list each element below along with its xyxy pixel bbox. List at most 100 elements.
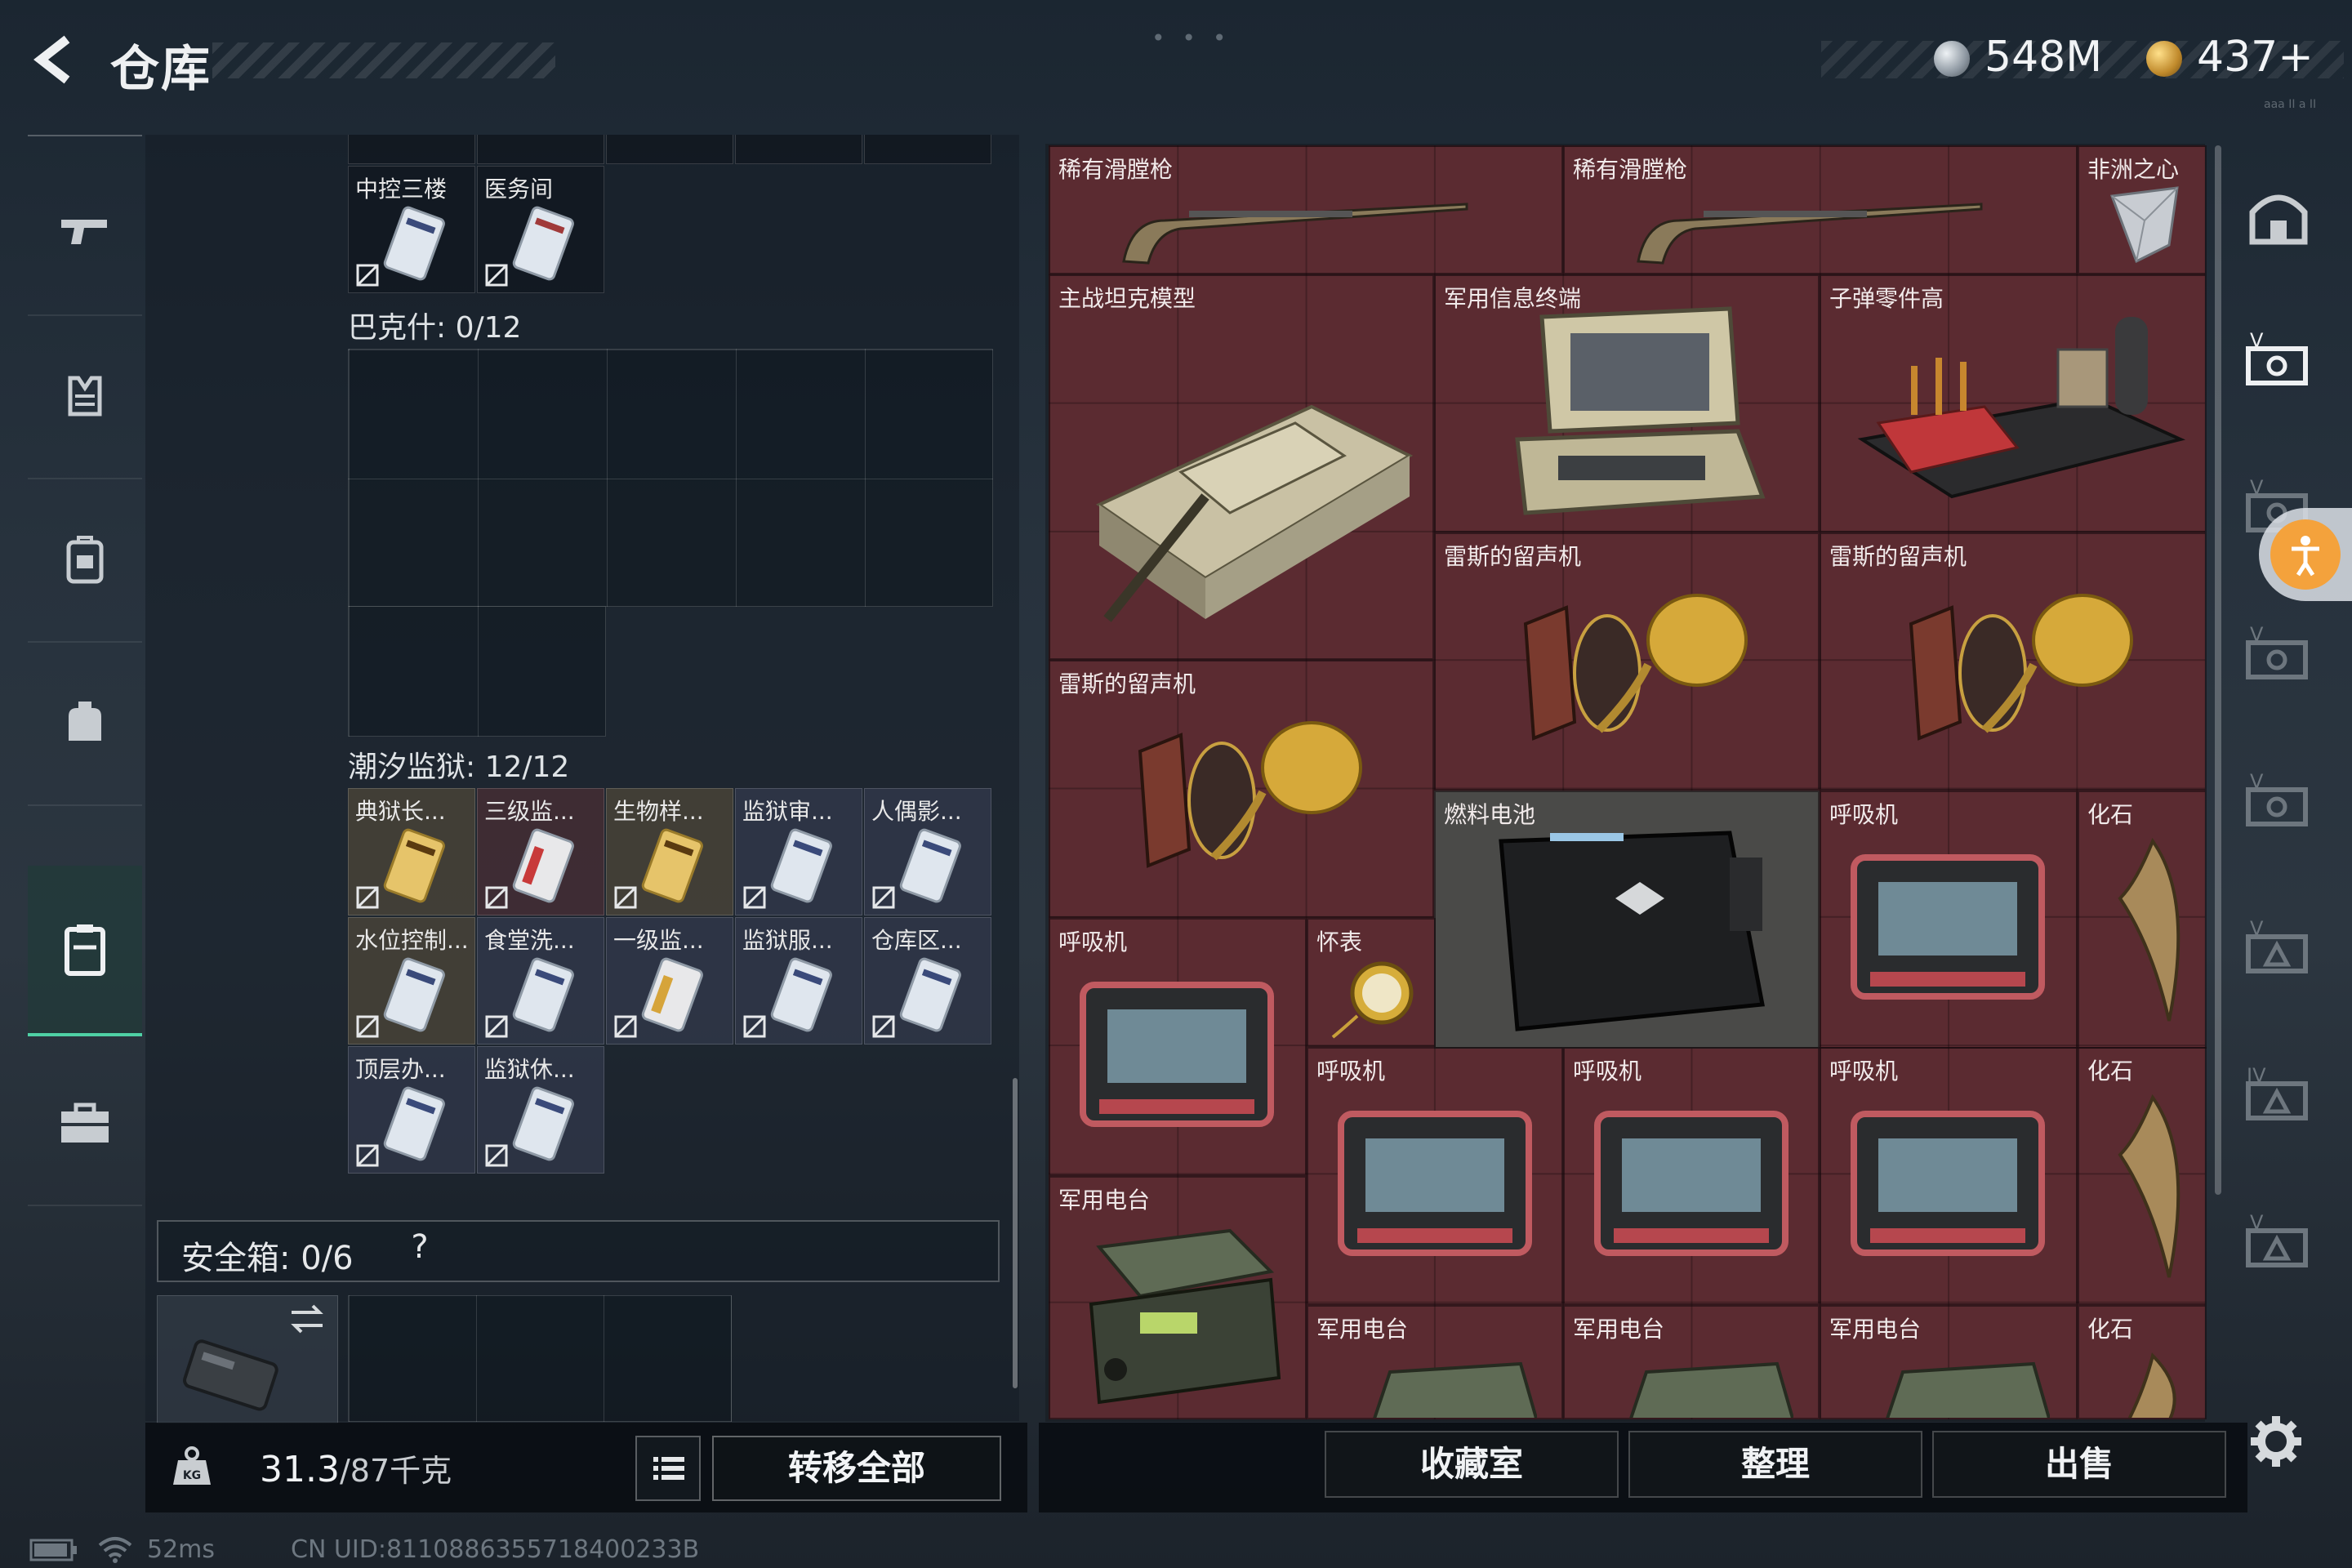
back-button[interactable] xyxy=(26,31,83,88)
rail-item-armor[interactable] xyxy=(28,314,142,479)
stash-item[interactable]: 主战坦克模型 xyxy=(1049,274,1434,660)
rail-item-stash-page-3[interactable]: V xyxy=(2234,596,2323,719)
keycard-slot[interactable]: 顶层办... xyxy=(348,1046,475,1174)
sell-button[interactable]: 出售 xyxy=(1932,1431,2226,1498)
item-name: 军用电台 xyxy=(1058,1187,1151,1214)
rail-item-briefcase[interactable] xyxy=(28,1041,142,1206)
stash-item[interactable]: 呼吸机 xyxy=(1820,1047,2078,1305)
list-view-button[interactable] xyxy=(635,1436,701,1501)
item-name: 雷斯的留声机 xyxy=(1829,543,1967,570)
keycard-slot[interactable]: 监狱休... xyxy=(477,1046,604,1174)
keycard-slot[interactable]: 中控三楼 xyxy=(348,166,475,293)
stash-level: IV xyxy=(2247,1066,2266,1087)
keycard-slot[interactable]: 食堂洗... xyxy=(477,917,604,1045)
item-name: 雷斯的留声机 xyxy=(1444,543,1582,570)
floating-assist-button[interactable] xyxy=(2259,508,2352,601)
stash-item[interactable]: 稀有滑膛枪 xyxy=(1563,145,2078,274)
stash-item[interactable]: 雷斯的留声机 xyxy=(1820,532,2207,791)
briefcase-icon xyxy=(61,1102,109,1143)
item-name: 呼吸机 xyxy=(1573,1058,1642,1085)
stash-level: V xyxy=(2250,1213,2264,1234)
military-radio-icon xyxy=(1629,1361,1793,1418)
rail-item-stash-page-5[interactable]: V xyxy=(2234,890,2323,1013)
currency-gold-value[interactable]: 437+ xyxy=(2197,33,2314,82)
keycard-name: 监狱休... xyxy=(484,1056,575,1083)
add-currency-icon[interactable]: + xyxy=(2278,33,2314,82)
rail-item-stash-page-4[interactable]: V xyxy=(2234,743,2323,866)
rail-item-stash-page-1[interactable]: V xyxy=(2234,302,2323,425)
weight-current: 31.3 xyxy=(260,1449,340,1490)
stash-item[interactable]: 化石 xyxy=(2078,1047,2207,1305)
rail-item-weapon[interactable] xyxy=(28,151,142,316)
stash-item[interactable]: 军用信息终端 xyxy=(1434,274,1820,532)
stash-item[interactable]: 化石 xyxy=(2078,1305,2207,1419)
stash-item[interactable]: 呼吸机 xyxy=(1049,918,1307,1176)
keycard-slot[interactable]: 人偶影... xyxy=(864,788,991,915)
stash-item[interactable]: 子弹零件高 xyxy=(1820,274,2207,532)
ping-readout: 52ms xyxy=(147,1535,216,1564)
rail-item-stash-page-6[interactable]: IV xyxy=(2234,1037,2323,1160)
stash-item[interactable]: 呼吸机 xyxy=(1563,1047,1820,1305)
safe-box-container[interactable] xyxy=(157,1295,338,1423)
transfer-all-button[interactable]: 转移全部 xyxy=(712,1436,1001,1501)
stash-level: V xyxy=(2250,919,2264,940)
bottom-left-bar: KG 31.3/87千克 转移全部 xyxy=(145,1423,1027,1512)
stash-item[interactable]: 燃料电池 xyxy=(1434,791,1820,1049)
keycard-slot[interactable]: 一级监... xyxy=(606,917,733,1045)
ventilator-icon xyxy=(1851,1111,2045,1256)
swap-icon[interactable] xyxy=(288,1303,326,1335)
rail-item-pouch[interactable] xyxy=(28,641,142,806)
rail-item-keycard-case[interactable] xyxy=(28,866,142,1036)
keycard-slot[interactable]: 三级监... xyxy=(477,788,604,915)
organize-button[interactable]: 整理 xyxy=(1628,1431,1922,1498)
rail-item-stash-home[interactable] xyxy=(2234,155,2323,278)
keycard-slot[interactable]: 生物样... xyxy=(606,788,733,915)
help-button[interactable]: ? xyxy=(402,1228,438,1274)
gramophone-icon xyxy=(1523,594,1748,741)
collection-button[interactable]: 收藏室 xyxy=(1325,1431,1619,1498)
gold-amount: 437 xyxy=(2197,33,2278,82)
version-text: aaa II a II xyxy=(2264,98,2317,111)
bullet-parts-icon xyxy=(1857,317,2186,499)
keycard-name: 水位控制... xyxy=(355,927,469,954)
stash-scrollbar[interactable] xyxy=(2215,145,2221,1195)
keycard-slot[interactable]: 监狱服... xyxy=(735,917,862,1045)
keycard-slot[interactable]: 水位控制... xyxy=(348,917,475,1045)
weight-max: /87千克 xyxy=(339,1453,452,1489)
keycard-icon xyxy=(512,206,574,281)
keycard-slot[interactable]: 监狱审... xyxy=(735,788,862,915)
item-name: 军用电台 xyxy=(1829,1316,1922,1343)
stash-item[interactable]: 军用电台 xyxy=(1820,1305,2078,1419)
stash-item[interactable]: 呼吸机 xyxy=(1307,1047,1563,1305)
stash-item[interactable]: 雷斯的留声机 xyxy=(1434,532,1820,791)
settings-button[interactable] xyxy=(2247,1413,2305,1470)
keycard-case-icon xyxy=(65,924,105,976)
keycard-slot[interactable]: 典狱长... xyxy=(348,788,475,915)
stash-item[interactable]: 呼吸机 xyxy=(1820,791,2078,1049)
vest-icon xyxy=(68,376,102,416)
stash-item[interactable]: 雷斯的留声机 xyxy=(1049,660,1434,918)
keycard-icon xyxy=(641,828,703,903)
stash-item[interactable]: 军用电台 xyxy=(1049,1176,1307,1419)
stash-item[interactable]: 非洲之心 xyxy=(2078,145,2207,274)
keycard-name: 监狱审... xyxy=(742,798,833,825)
left-rail xyxy=(28,135,142,1233)
stash-item[interactable]: 军用电台 xyxy=(1307,1305,1563,1419)
stash-item[interactable]: 怀表 xyxy=(1307,918,1436,1047)
keycard-panel-scrollbar[interactable] xyxy=(1013,1078,1018,1388)
keycard-slot[interactable]: 仓库区... xyxy=(864,917,991,1045)
currency-silver-value: 548M xyxy=(1984,33,2103,82)
rail-item-stash-page-7[interactable]: V xyxy=(2234,1184,2323,1307)
keycard-name: 人偶影... xyxy=(871,798,962,825)
section-title-bakeshi: 巴克什: 0/12 xyxy=(348,311,522,345)
keycard-slot[interactable]: 医务间 xyxy=(477,166,604,293)
rail-item-backpack[interactable] xyxy=(28,478,142,643)
item-name: 呼吸机 xyxy=(1829,801,1899,828)
ventilator-icon xyxy=(1594,1111,1788,1256)
stash-item[interactable]: 军用电台 xyxy=(1563,1305,1820,1419)
military-radio-icon xyxy=(1089,1228,1281,1405)
keycard-icon xyxy=(383,1086,445,1161)
stash-item[interactable]: 稀有滑膛枪 xyxy=(1049,145,1563,274)
keycard-icon xyxy=(770,828,832,903)
stash-item[interactable]: 化石 xyxy=(2078,791,2207,1049)
